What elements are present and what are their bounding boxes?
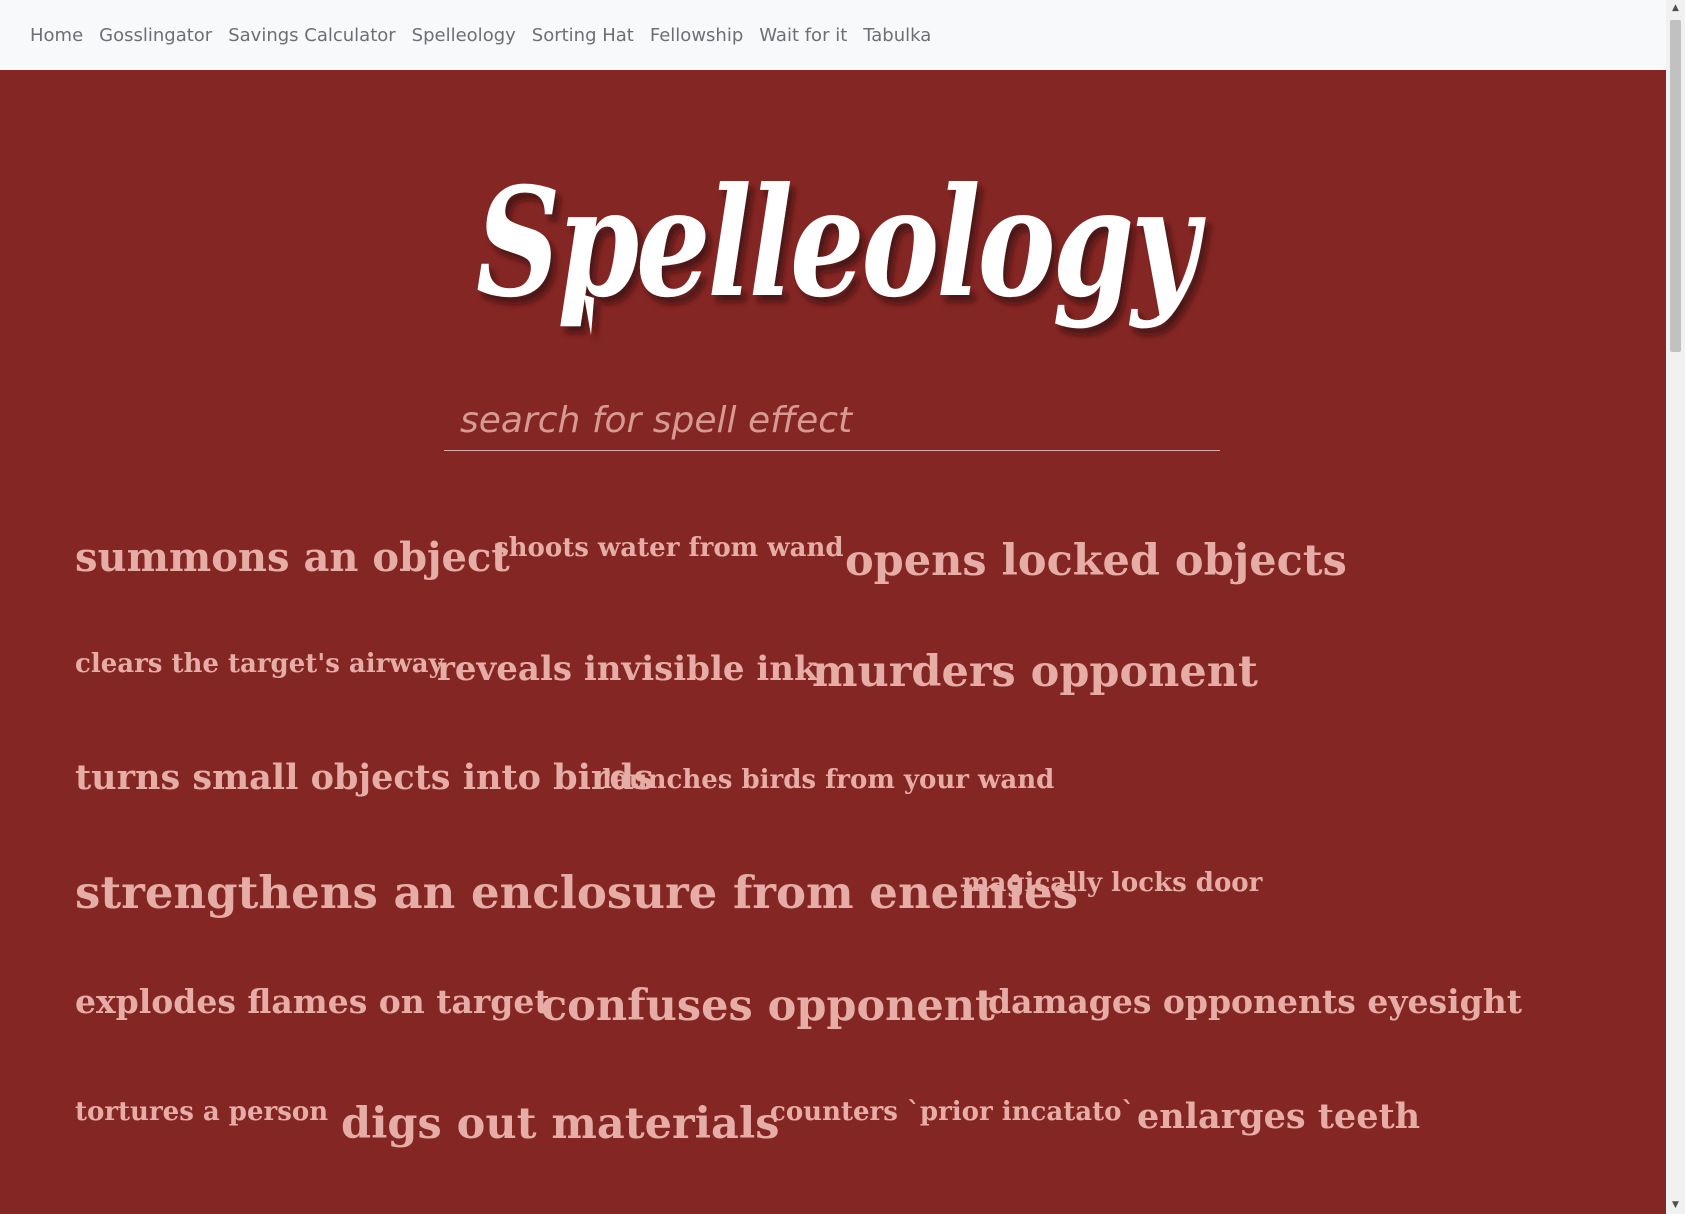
spell-search-input[interactable] [444, 390, 1220, 450]
logo-svg: Spelleology [476, 155, 1210, 335]
logo-text: Spelleology [476, 155, 1206, 331]
spell-tag[interactable]: enlarges teeth [1137, 1099, 1420, 1134]
spell-tag[interactable]: shoots water from wand [494, 535, 844, 561]
spell-tag[interactable]: summons an object [75, 538, 510, 578]
spell-tag[interactable]: reveals invisible ink [437, 652, 818, 686]
scrollbar-thumb[interactable] [1670, 20, 1681, 352]
spell-tag[interactable]: confuses opponent [541, 985, 995, 1028]
spell-tag[interactable]: launches birds from your wand [602, 767, 1054, 793]
nav-wait-for-it[interactable]: Wait for it [751, 25, 855, 46]
spell-tag[interactable]: turns small objects into birds [75, 760, 654, 795]
nav-tabulka[interactable]: Tabulka [855, 25, 939, 46]
main-content: Spelleology summons an object shoots wat… [0, 70, 1666, 1214]
spell-tag[interactable]: murders opponent [812, 651, 1258, 694]
nav-gosslingator[interactable]: Gosslingator [91, 25, 220, 46]
nav-spelleology[interactable]: Spelleology [404, 25, 524, 46]
spell-tag[interactable]: strengthens an enclosure from enemies [75, 870, 1078, 915]
triangle-up-icon[interactable]: ▲ [1666, 0, 1685, 17]
search-field-wrapper [444, 390, 1220, 451]
spell-tag[interactable]: digs out materials [341, 1103, 779, 1146]
spell-tag[interactable]: counters `prior incatato` [770, 1099, 1134, 1125]
spell-tag[interactable]: explodes flames on target [75, 985, 550, 1018]
spell-tag[interactable]: damages opponents eyesight [988, 985, 1522, 1018]
triangle-down-icon[interactable]: ▼ [1666, 1197, 1685, 1214]
spell-tag[interactable]: magically locks door [962, 870, 1262, 896]
spell-tag[interactable]: opens locked objects [845, 540, 1347, 583]
nav-sorting-hat[interactable]: Sorting Hat [524, 25, 642, 46]
nav-home[interactable]: Home [22, 25, 91, 46]
nav-savings-calculator[interactable]: Savings Calculator [220, 25, 403, 46]
top-navbar: Home Gosslingator Savings Calculator Spe… [0, 0, 1666, 70]
nav-fellowship[interactable]: Fellowship [642, 25, 751, 46]
page-scrollbar[interactable]: ▲ ▼ [1666, 0, 1685, 1214]
spell-tag[interactable]: tortures a person [75, 1099, 328, 1125]
spell-tag[interactable]: clears the target's airway [75, 651, 444, 677]
spelleology-logo: Spelleology [456, 120, 1216, 350]
